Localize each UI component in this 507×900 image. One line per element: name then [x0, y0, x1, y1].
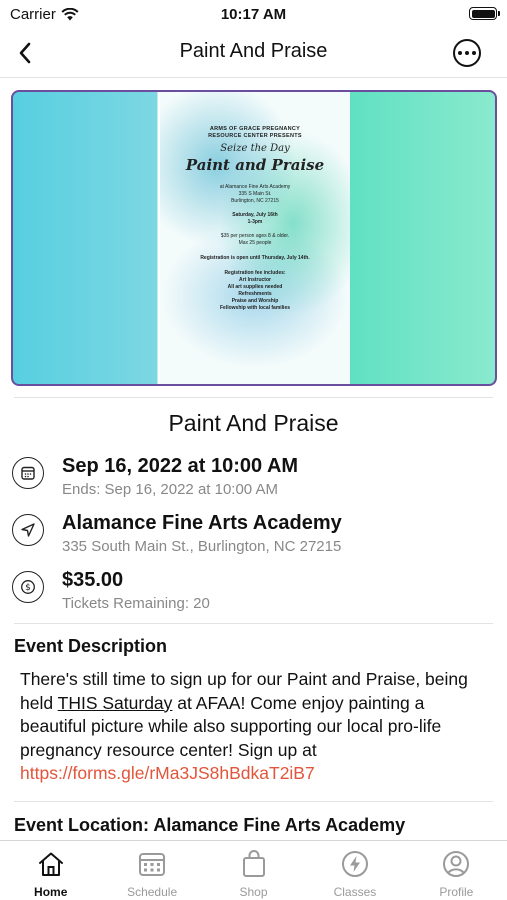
tab-schedule[interactable]: Schedule	[101, 841, 202, 900]
dot	[458, 51, 462, 55]
tab-shop[interactable]: Shop	[203, 841, 304, 900]
tab-label: Profile	[439, 885, 474, 899]
lightning-icon	[340, 849, 370, 879]
location-address: 335 South Main St., Burlington, NC 27215	[62, 538, 342, 555]
poster-time: 1-3pm	[247, 219, 263, 225]
event-end-date: Ends: Sep 16, 2022 at 10:00 AM	[62, 481, 278, 498]
dot	[465, 51, 469, 55]
location-name: Alamance Fine Arts Academy	[62, 512, 342, 534]
event-price-row: $ $35.00 Tickets Remaining: 20	[12, 569, 492, 619]
location-heading: Event Location: Alamance Fine Arts Acade…	[14, 815, 406, 835]
event-description: There's still time to sign up for our Pa…	[20, 668, 490, 786]
tab-label: Home	[34, 885, 68, 899]
tab-label: Shop	[239, 885, 268, 899]
battery-icon	[469, 7, 500, 20]
back-button[interactable]	[10, 38, 40, 68]
poster-title: Paint and Praise	[185, 156, 325, 174]
poster-address2: Burlington, NC 27215	[231, 198, 279, 204]
poster-includes-head: Registration fee includes:	[224, 270, 286, 276]
poster-address1: 335 S Main St.	[238, 191, 272, 197]
poster-price: $35 per person ages 8 & older.	[220, 233, 290, 239]
dollar-icon: $	[12, 571, 44, 603]
poster-capacity: Max 25 people	[238, 240, 272, 246]
poster-org: ARMS OF GRACE PREGNANCY RESOURCE CENTER …	[208, 126, 302, 139]
poster-date: Saturday, July 16th	[232, 212, 278, 218]
nav-title: Paint And Praise	[179, 40, 328, 62]
description-underlined: THIS Saturday	[57, 692, 173, 713]
more-options-button[interactable]	[453, 39, 481, 67]
poster-venue: at Alamance Fine Arts Academy	[219, 184, 291, 190]
user-icon	[441, 849, 471, 879]
tab-home[interactable]: Home	[0, 841, 101, 900]
tab-bar: Home Schedule Shop Classes Profile	[0, 840, 507, 900]
poster-include-item: Fellowship with local families	[219, 305, 290, 311]
tab-label: Schedule	[127, 885, 178, 899]
home-icon	[36, 849, 66, 879]
event-title: Paint And Praise	[168, 410, 339, 436]
event-date: Sep 16, 2022 at 10:00 AM	[62, 455, 299, 477]
calendar-icon	[137, 849, 167, 879]
tab-label: Classes	[333, 885, 377, 899]
description-heading: Event Description	[14, 636, 168, 656]
tab-classes[interactable]: Classes	[304, 841, 405, 900]
divider	[14, 397, 493, 398]
poster-include-item: Art Instructor	[239, 277, 271, 283]
location-arrow-icon	[12, 514, 44, 546]
chevron-left-icon	[19, 42, 31, 64]
poster-subtitle: Seize the Day	[220, 143, 290, 154]
nav-bar: Paint And Praise	[0, 28, 507, 78]
event-location-row[interactable]: Alamance Fine Arts Academy 335 South Mai…	[12, 512, 492, 562]
dot	[472, 51, 476, 55]
event-date-row: Sep 16, 2022 at 10:00 AM Ends: Sep 16, 2…	[12, 455, 492, 505]
registration-link[interactable]: https://forms.gle/rMa3JS8hBdkaT2iB7	[20, 763, 315, 783]
divider	[14, 623, 493, 624]
svg-text:$: $	[25, 583, 31, 593]
divider	[14, 801, 493, 802]
bag-icon	[239, 849, 269, 879]
status-time: 10:17 AM	[220, 6, 287, 23]
tab-profile[interactable]: Profile	[406, 841, 507, 900]
poster-include-item: Refreshments	[238, 291, 272, 297]
event-banner-image: ARMS OF GRACE PREGNANCY RESOURCE CENTER …	[11, 90, 497, 386]
poster-registration: Registration is open until Thursday, Jul…	[200, 255, 310, 261]
status-bar: Carrier 10:17 AM	[0, 0, 507, 28]
poster-include-item: All art supplies needed	[227, 284, 283, 290]
event-poster: ARMS OF GRACE PREGNANCY RESOURCE CENTER …	[160, 92, 350, 384]
event-price: $35.00	[62, 569, 124, 591]
tickets-remaining: Tickets Remaining: 20	[62, 595, 210, 612]
calendar-icon	[12, 457, 44, 489]
poster-include-item: Praise and Worship	[231, 298, 279, 304]
